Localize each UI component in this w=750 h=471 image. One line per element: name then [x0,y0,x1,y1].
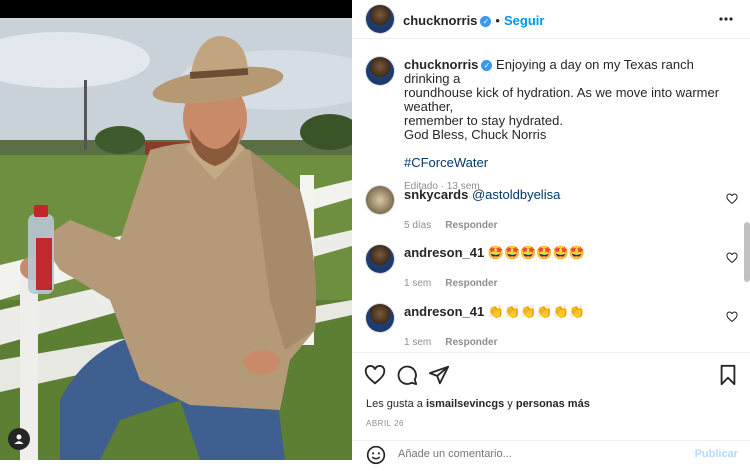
comments-scrollbar[interactable] [744,222,750,282]
comment: andreson_41 👏👏👏👏👏👏 1 sem Responder [404,305,704,350]
comment-time: 1 sem [404,337,432,348]
comment: snkycards @astoldbyelisa 5 días Responder [404,188,704,233]
tagged-users-button[interactable] [8,428,30,450]
hashtag-link[interactable]: #CForceWater [404,155,488,170]
reply-button[interactable]: Responder [445,337,497,348]
comment-time: 5 días [404,220,432,231]
follow-button[interactable]: Seguir [504,13,544,28]
more-horizontal-icon[interactable] [718,11,734,27]
paper-plane-icon[interactable] [428,364,450,386]
bookmark-icon[interactable] [718,364,738,386]
likes-others-link[interactable]: personas más [516,398,590,410]
author-avatar[interactable] [366,5,394,33]
comment-text[interactable]: @astoldbyelisa [472,187,560,202]
post-details-panel: chucknorris ✓ • Seguir chucknorris ✓ Enjoyin… [352,0,750,465]
comment-text: 👏👏👏👏👏👏 [487,304,585,319]
comment-bubble-icon[interactable] [396,364,418,386]
commenter-avatar[interactable] [366,245,394,273]
post-actions: Les gusta a ismailsevincgs y personas má… [352,352,750,465]
post-photo[interactable] [0,0,352,460]
separator-dot: • [495,13,500,28]
commenter-avatar[interactable] [366,304,394,332]
reply-button[interactable]: Responder [445,278,497,289]
comments-scroll-area[interactable]: chucknorris ✓ Enjoying a day on my Texas … [352,39,750,351]
reply-button[interactable]: Responder [445,220,497,231]
comment-username[interactable]: andreson_41 [404,304,484,319]
caption-avatar[interactable] [366,57,394,85]
caption-line: remember to stay hydrated. [404,113,563,128]
comment-like-heart-icon[interactable] [726,193,738,205]
add-comment-bar: Publicar [352,440,750,471]
caption-block: chucknorris ✓ Enjoying a day on my Texas … [404,58,734,194]
comment-input[interactable] [396,447,680,461]
comment-username[interactable]: andreson_41 [404,245,484,260]
likes-user-link[interactable]: ismailsevincgs [426,398,504,410]
post-image [0,18,352,460]
likes-middle: y [507,398,513,410]
photo-black-band [0,0,352,18]
publish-button[interactable]: Publicar [695,448,738,460]
caption-username[interactable]: chucknorris [404,57,478,72]
verified-badge-icon: ✓ [481,60,493,71]
commenter-avatar[interactable] [366,186,394,214]
header-user-row: chucknorris ✓ • Seguir [403,12,544,30]
comment-like-heart-icon[interactable] [726,252,738,264]
caption-line: God Bless, Chuck Norris [404,127,547,142]
author-username[interactable]: chucknorris [403,13,477,28]
comment: andreson_41 🤩🤩🤩🤩🤩🤩 1 sem Responder [404,246,704,291]
user-icon [14,434,24,444]
comment-like-heart-icon[interactable] [726,311,738,323]
post-header: chucknorris ✓ • Seguir [352,0,750,39]
comment-username[interactable]: snkycards [404,187,468,202]
caption-line: roundhouse kick of hydration. As we move… [404,85,720,114]
likes-prefix: Les gusta a [366,398,423,410]
comment-time: 1 sem [404,278,432,289]
emoji-smile-icon[interactable] [366,445,386,465]
verified-badge-icon: ✓ [480,16,492,27]
post-date: ABRIL 26 [366,419,404,428]
heart-icon[interactable] [364,364,386,386]
likes-summary: Les gusta a ismailsevincgs y personas má… [366,398,590,410]
comment-text: 🤩🤩🤩🤩🤩🤩 [487,245,585,260]
